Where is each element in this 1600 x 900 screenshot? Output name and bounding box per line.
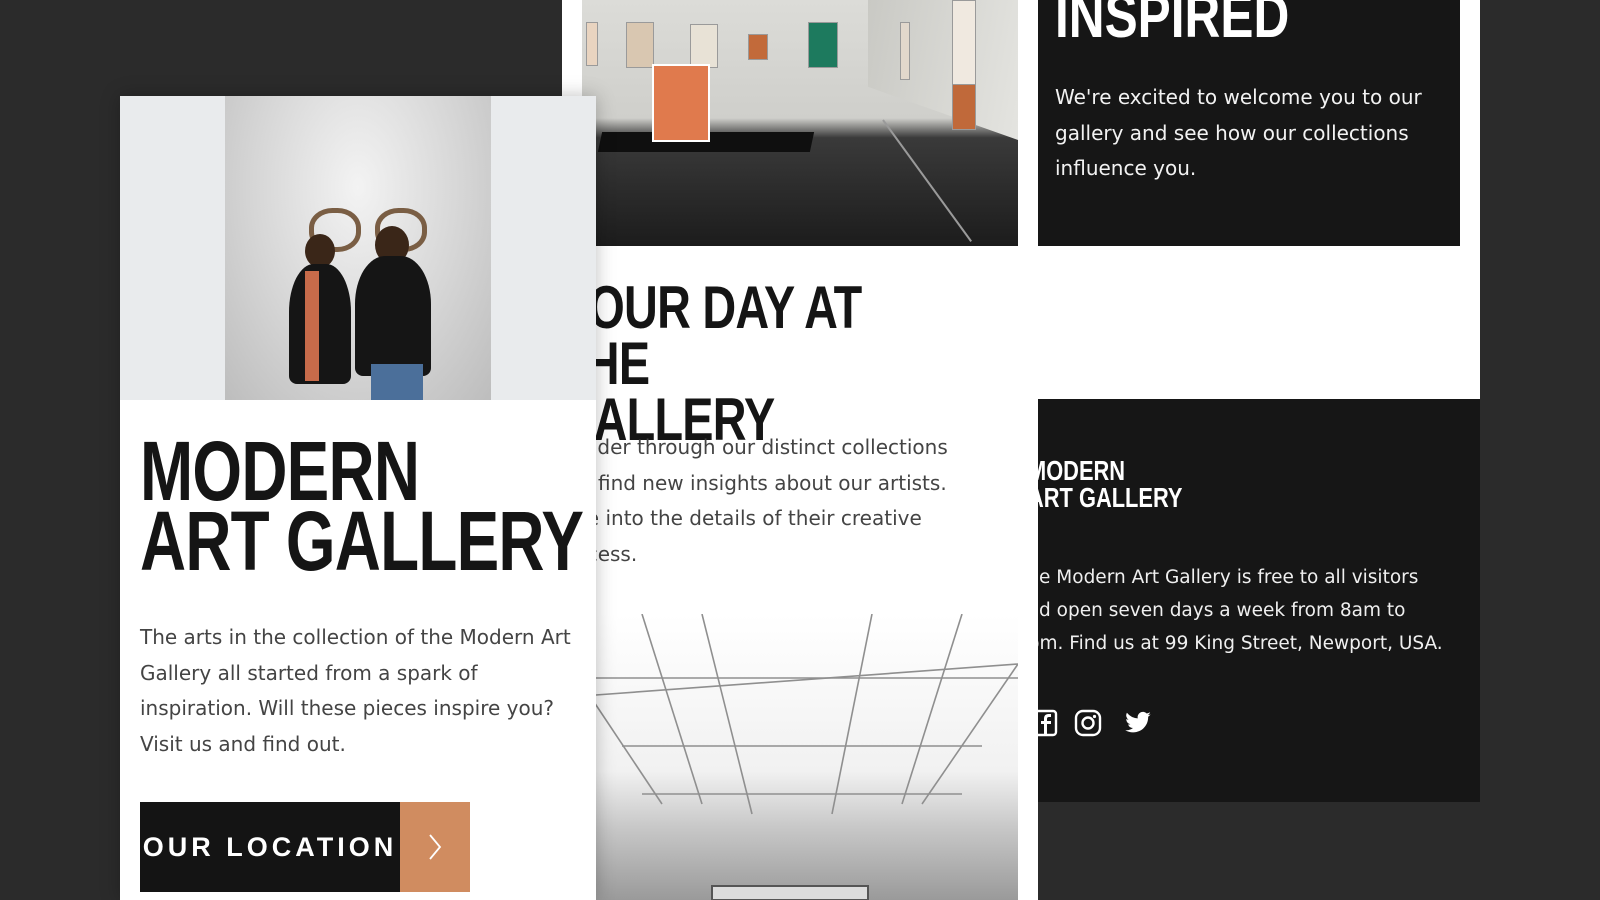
facebook-icon[interactable] bbox=[1038, 709, 1058, 737]
twitter-icon[interactable] bbox=[1124, 709, 1152, 737]
hero-description: The arts in the collection of the Modern… bbox=[140, 625, 571, 756]
footer-logo[interactable]: MODERN ART GALLERY bbox=[1038, 457, 1183, 512]
our-location-label: OUR LOCATION bbox=[140, 802, 400, 892]
footer-text: The Modern Art Gallery is free to all vi… bbox=[1038, 567, 1443, 654]
inspired-heading: INSPIRED bbox=[1055, 0, 1290, 51]
middle-card: YOUR DAY AT THE GALLERY Wander through o… bbox=[562, 0, 1038, 900]
gallery-room-photo bbox=[582, 0, 1018, 246]
section-description: Wander through our distinct collections … bbox=[562, 435, 948, 566]
page-title: MODERN ART GALLERY bbox=[140, 424, 584, 588]
chevron-right-icon bbox=[400, 802, 470, 892]
gallery-ceiling-photo bbox=[582, 614, 1018, 900]
inspired-section: INSPIRED We're excited to welcome you to… bbox=[1038, 0, 1460, 246]
inspired-text: We're excited to welcome you to our gall… bbox=[1055, 85, 1422, 180]
footer: MODERN ART GALLERY The Modern Art Galler… bbox=[1038, 399, 1480, 802]
right-card: INSPIRED We're excited to welcome you to… bbox=[1038, 0, 1480, 802]
instagram-icon[interactable] bbox=[1074, 709, 1102, 737]
our-location-button[interactable]: OUR LOCATION bbox=[140, 802, 470, 892]
section-title: YOUR DAY AT THE GALLERY bbox=[562, 274, 862, 453]
portrait-photo bbox=[120, 96, 596, 400]
left-card: MODERN ART GALLERY The arts in the colle… bbox=[120, 96, 596, 900]
